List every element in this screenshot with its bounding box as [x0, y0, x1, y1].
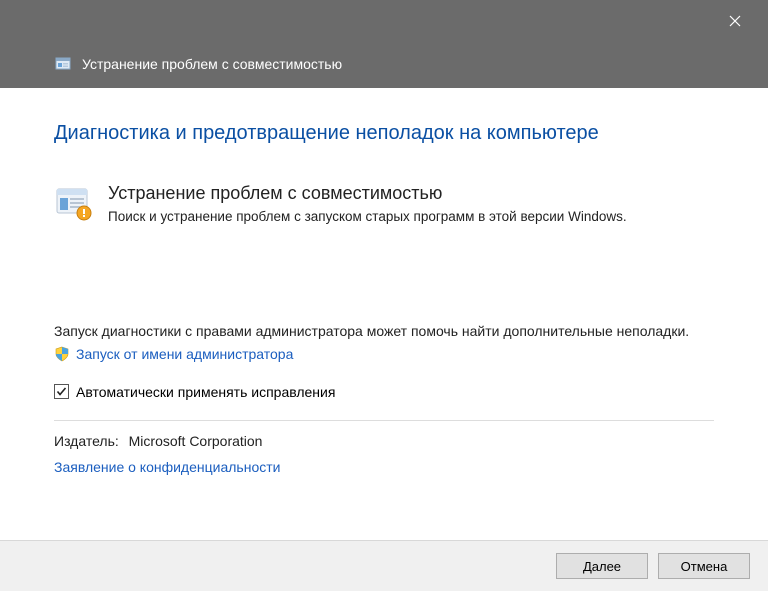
publisher-value: Microsoft Corporation — [129, 433, 263, 449]
shield-icon — [54, 346, 70, 362]
run-as-admin-link[interactable]: Запуск от имени администратора — [76, 346, 293, 362]
check-icon — [56, 386, 67, 397]
troubleshooter-description: Поиск и устранение проблем с запуском ст… — [108, 208, 627, 226]
page-heading: Диагностика и предотвращение неполадок н… — [54, 122, 714, 145]
next-button[interactable]: Далее — [556, 553, 648, 579]
window-title: Устранение проблем с совместимостью — [82, 56, 342, 72]
admin-hint: Запуск диагностики с правами администрат… — [54, 322, 714, 342]
footer: Далее Отмена — [0, 540, 768, 591]
titlebar: Устранение проблем с совместимостью — [0, 0, 768, 88]
troubleshooter-title: Устранение проблем с совместимостью — [108, 183, 627, 204]
publisher-row: Издатель: Microsoft Corporation — [54, 433, 714, 449]
publisher-label: Издатель: — [54, 433, 119, 449]
troubleshooter-icon — [54, 183, 94, 223]
close-icon — [729, 15, 741, 27]
privacy-link[interactable]: Заявление о конфиденциальности — [54, 459, 714, 475]
auto-fix-label: Автоматически применять исправления — [76, 384, 335, 400]
close-button[interactable] — [714, 6, 756, 36]
content-area: Диагностика и предотвращение неполадок н… — [0, 88, 768, 540]
troubleshooter-block: Устранение проблем с совместимостью Поис… — [54, 183, 714, 226]
window-icon — [54, 55, 72, 73]
cancel-button[interactable]: Отмена — [658, 553, 750, 579]
auto-fix-checkbox[interactable] — [54, 384, 69, 399]
divider — [54, 420, 714, 421]
